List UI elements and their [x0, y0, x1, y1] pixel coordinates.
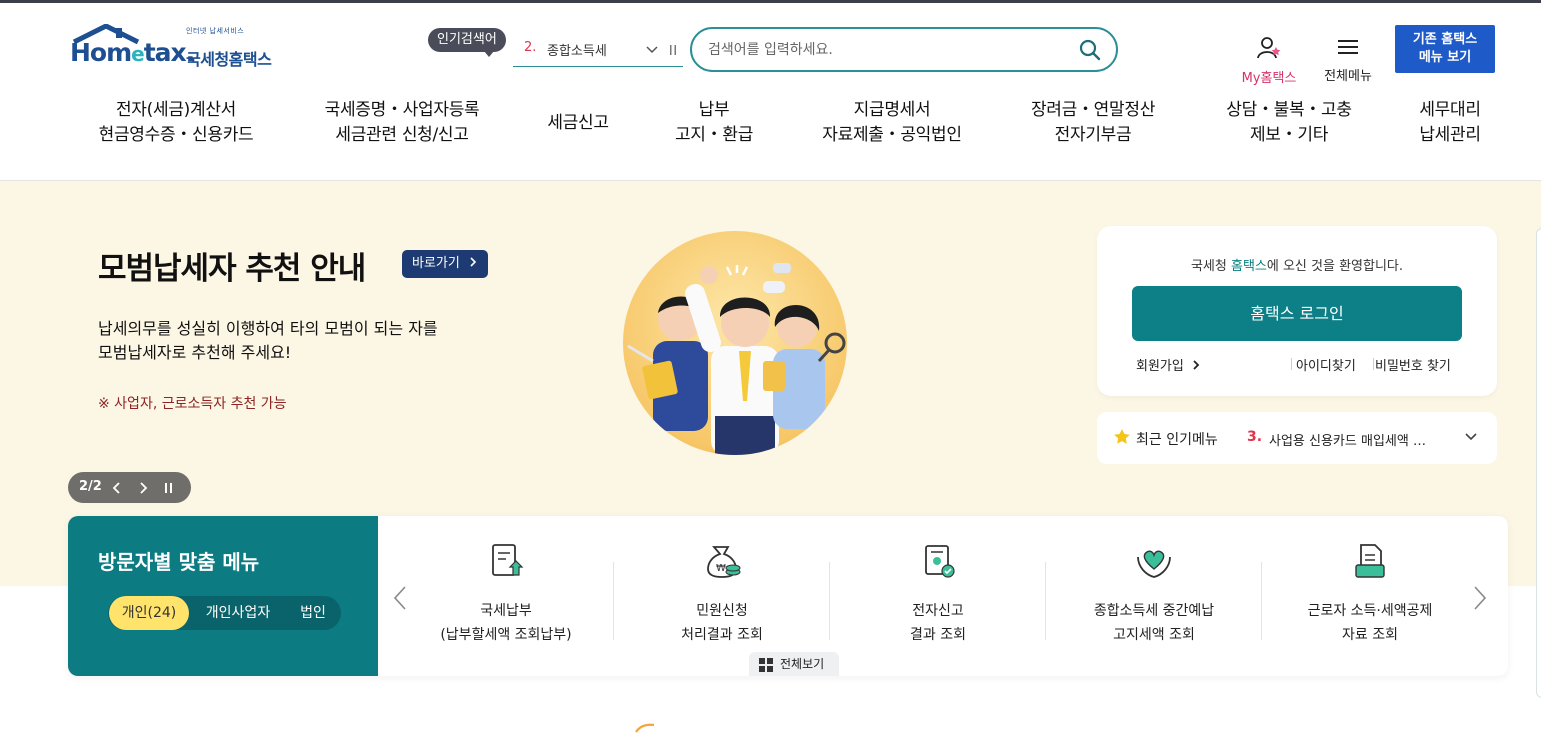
gnb-item-tax-agent[interactable]: 세무대리 납세관리 [1410, 98, 1490, 148]
search-box[interactable] [690, 27, 1118, 72]
document-payment-icon [492, 544, 524, 576]
popular-search-badge: 인기검색어 [428, 28, 506, 57]
chevron-down-icon[interactable] [1464, 430, 1478, 444]
search-icon[interactable] [1078, 38, 1102, 62]
grid-icon [759, 658, 773, 672]
hero-description-line2: 모범납세자로 추천해 주세요! [98, 343, 292, 362]
logo-korean-name: 국세청홈택스 [186, 50, 272, 69]
section-heading-icon [635, 723, 655, 733]
chevron-right-icon [470, 257, 477, 267]
chevron-down-icon[interactable] [645, 43, 659, 57]
visitor-menu-title: 방문자별 맞춤 메뉴 [98, 550, 260, 574]
search-input[interactable] [708, 38, 1068, 62]
find-password-link[interactable]: 비밀번호 찾기 [1375, 355, 1451, 374]
login-card: 국세청 홈택스에 오신 것을 환영합니다. 홈택스 로그인 회원가입 아이디찾기… [1097, 226, 1497, 396]
money-bag-icon: ₩ [707, 546, 741, 578]
hero-title: 모범납세자 추천 안내 [98, 251, 366, 287]
tab-corporation[interactable]: 법인 [288, 596, 338, 630]
hometax-login-button[interactable]: 홈택스 로그인 [1132, 286, 1462, 341]
recent-menu-label: 최근 인기메뉴 [1136, 432, 1218, 448]
folder-document-icon [1355, 544, 1385, 578]
all-menu-label: 전체메뉴 [1324, 69, 1372, 84]
quick-menu-civil-request[interactable]: ₩ 민원신청 처리결과 조회 [614, 541, 830, 647]
my-hometax-label: My홈택스 [1241, 71, 1297, 86]
old-hometax-line1: 기존 홈택스 [1412, 32, 1478, 47]
tab-sole-proprietor[interactable]: 개인사업자 [196, 596, 280, 630]
view-all-button[interactable]: 전체보기 [749, 652, 839, 676]
popular-rank-number: 2. [524, 40, 537, 55]
all-menu-button[interactable]: 전체메뉴 [1318, 36, 1378, 84]
scroll-document-icon [925, 545, 955, 578]
popular-rank-term[interactable]: 종합소득세 [547, 40, 607, 59]
my-hometax-button[interactable]: My홈택스 [1236, 36, 1302, 86]
tab-individual[interactable]: 개인(24) [109, 596, 189, 630]
hands-heart-icon [1137, 550, 1171, 578]
pause-slide-icon[interactable] [163, 481, 175, 495]
top-border [0, 0, 1541, 3]
gnb-item-payment[interactable]: 납부 고지・환급 [664, 98, 764, 148]
gnb-item-payment-statement[interactable]: 지급명세서 자료제출・공익법인 [808, 98, 976, 148]
gnb-item-consultation[interactable]: 상담・불복・고충 제보・기타 [1212, 98, 1366, 148]
logo-subtitle: 인터넷 납세서비스 [186, 27, 245, 35]
quick-menu-interim-prepayment[interactable]: 종합소득세 중간예납 고지세액 조회 [1046, 541, 1262, 647]
hero-description-line1: 납세의무를 성실히 이행하여 타의 모범이 되는 자를 [98, 319, 438, 338]
link-separator [1291, 358, 1292, 370]
hero-illustration [623, 231, 847, 455]
svg-text:₩: ₩ [716, 563, 726, 574]
hero-note: ※ 사업자, 근로소득자 추천 가능 [98, 396, 287, 412]
visitor-tabs: 개인(24) 개인사업자 법인 [108, 596, 341, 630]
side-quick-tab[interactable] [1536, 228, 1541, 698]
popular-search-ticker[interactable]: 2. 종합소득세 [513, 34, 683, 67]
gnb-item-e-invoice[interactable]: 전자(세금)계산서 현금영수증・신용카드 [92, 98, 260, 148]
chevron-right-icon [1193, 360, 1200, 370]
old-hometax-line2: 메뉴 보기 [1418, 50, 1472, 65]
find-id-link[interactable]: 아이디찾기 [1296, 355, 1356, 374]
join-link[interactable]: 회원가입 [1136, 355, 1201, 374]
welcome-text: 국세청 홈택스에 오신 것을 환영합니다. [1190, 259, 1404, 274]
taxpayers-illustration-icon [627, 263, 846, 455]
star-icon [1114, 429, 1130, 444]
visitor-menu-header: 방문자별 맞춤 메뉴 개인(24) 개인사업자 법인 [68, 516, 378, 676]
prev-slide-icon[interactable] [111, 481, 123, 495]
slide-controls: 2/2 [68, 472, 191, 503]
quick-menu-worker-deduction[interactable]: 근로자 소득·세액공제 자료 조회 [1262, 541, 1478, 647]
quick-menu-e-filing[interactable]: 전자신고 결과 조회 [830, 541, 1046, 647]
user-star-icon [1257, 37, 1281, 59]
hamburger-menu-icon [1338, 40, 1358, 54]
gnb-item-tax-return[interactable]: 세금신고 [528, 111, 628, 136]
recent-popular-menu[interactable]: 최근 인기메뉴 3. 사업용 신용카드 매입세액 … [1097, 412, 1497, 464]
pause-icon[interactable] [668, 44, 678, 56]
recent-menu-item[interactable]: 사업용 신용카드 매입세액 … [1269, 430, 1426, 449]
hero-go-button[interactable]: 바로가기 [402, 250, 488, 278]
quick-menu-tax-payment[interactable]: 국세납부 (납부할세액 조회납부) [398, 541, 614, 647]
recent-menu-rank: 3. [1247, 429, 1263, 445]
slide-counter: 2/2 [79, 479, 102, 494]
link-separator [1373, 358, 1374, 370]
next-slide-icon[interactable] [137, 481, 149, 495]
hometax-logo[interactable]: 인터넷 납세서비스 Hometax. 국세청홈택스 [70, 24, 290, 78]
gnb-item-incentive[interactable]: 장려금・연말정산 전자기부금 [1018, 98, 1168, 148]
old-hometax-button[interactable]: 기존 홈택스 메뉴 보기 [1395, 25, 1495, 73]
logo-wordmark: Hometax. [70, 38, 195, 67]
gnb-item-certificate[interactable]: 국세증명・사업자등록 세금관련 신청/신고 [318, 98, 486, 148]
